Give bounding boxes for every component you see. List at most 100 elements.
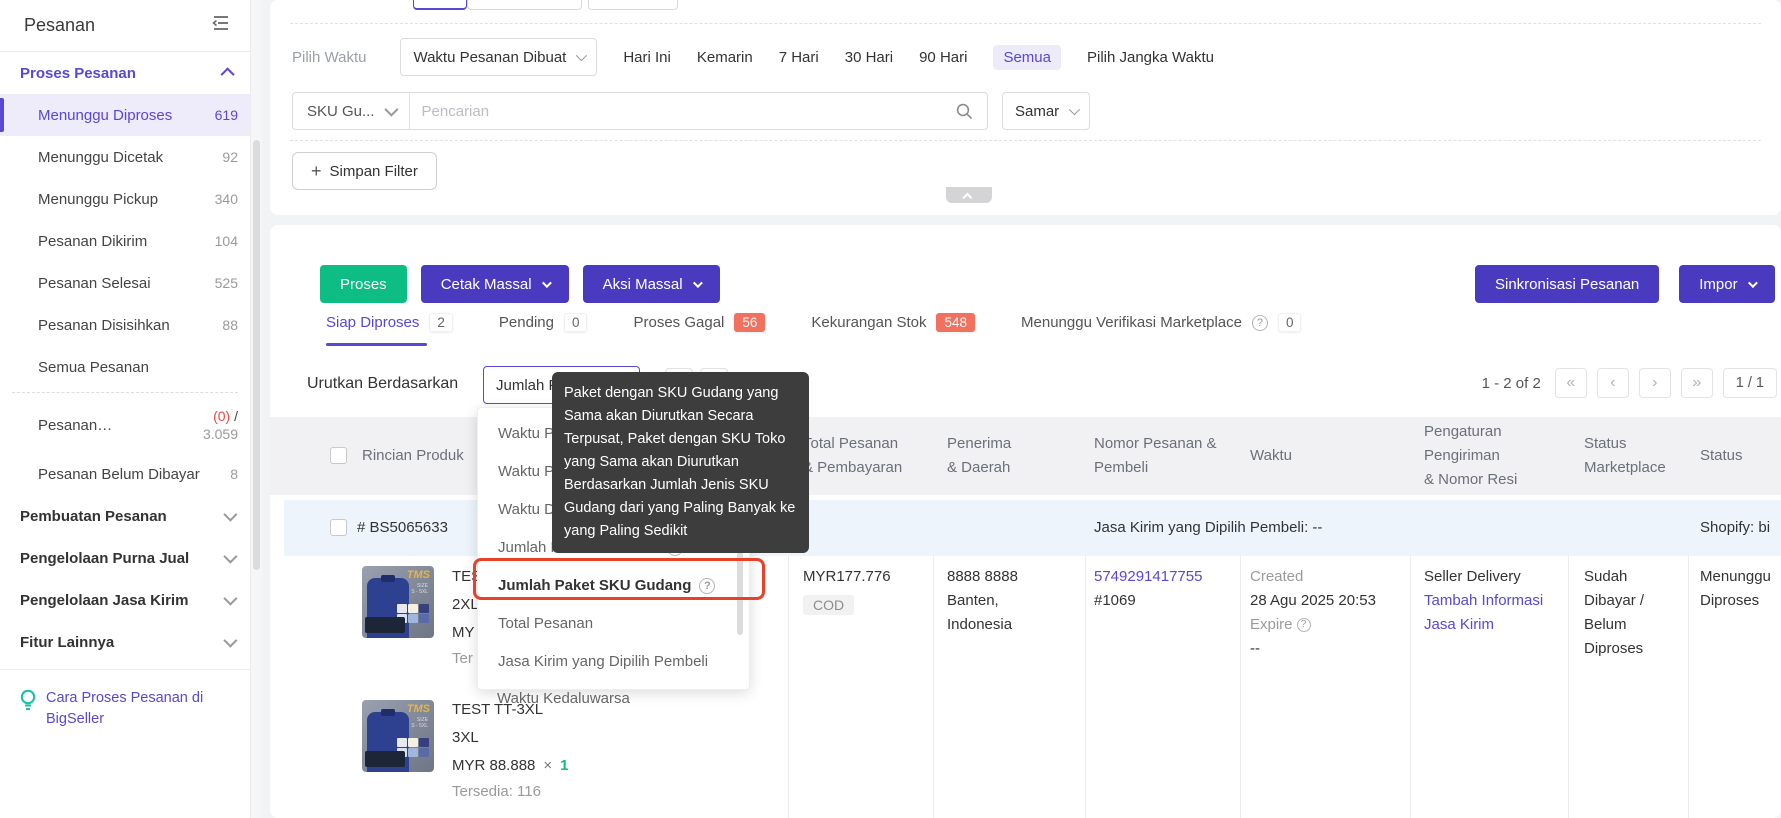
tab-count-badge: 0 — [563, 313, 588, 332]
menu-item-total-pesanan[interactable]: Total Pesanan — [498, 615, 593, 632]
col-status: Status — [1700, 447, 1743, 464]
collapse-filter-pill[interactable] — [946, 187, 992, 203]
sidebar-section-fitur-lainnya[interactable]: Fitur Lainnya — [0, 621, 250, 663]
column-divider — [1085, 556, 1086, 818]
scrollbar-thumb[interactable] — [253, 140, 260, 570]
time-filter-row: Pilih Waktu Waktu Pesanan Dibuat Hari In… — [292, 38, 1214, 76]
col-nomor-pesanan: Nomor Pesanan & Pembeli — [1094, 435, 1217, 476]
sidebar-item-menunggu-dicetak[interactable]: Menunggu Dicetak 92 — [0, 136, 250, 178]
order-number-link[interactable]: 5749291417755 — [1094, 565, 1202, 589]
save-filter-button[interactable]: + Simpan Filter — [292, 152, 437, 190]
bulk-print-button[interactable]: Cetak Massal — [420, 265, 569, 303]
process-button[interactable]: Proses — [320, 265, 407, 303]
item-count: 8 — [230, 466, 238, 482]
range-30-hari[interactable]: 30 Hari — [845, 49, 893, 66]
chevron-down-icon — [541, 277, 552, 288]
product-image[interactable]: TMS SIZE S - 5XL — [362, 700, 434, 772]
search-icon[interactable] — [942, 103, 987, 120]
item-count: 88 — [222, 317, 238, 333]
tab-pending[interactable]: Pending 0 — [499, 313, 588, 346]
sidebar-item-pesanan-disisihkan[interactable]: Pesanan Disisihkan 88 — [0, 304, 250, 346]
tab-menunggu-verifikasi[interactable]: Menunggu Verifikasi Marketplace ? 0 — [1021, 313, 1302, 346]
sidebar-section-pembuatan-pesanan[interactable]: Pembuatan Pesanan — [0, 495, 250, 537]
sort-help-tooltip: Paket dengan SKU Gudang yang Sama akan D… — [552, 372, 809, 553]
import-button[interactable]: Impor — [1679, 265, 1775, 303]
bulk-action-button[interactable]: Aksi Massal — [582, 265, 720, 303]
select-all-checkbox[interactable] — [330, 447, 347, 464]
divider — [290, 23, 1761, 24]
range-hari-ini[interactable]: Hari Ini — [623, 49, 671, 66]
order-status: Menunggu Diproses — [1700, 568, 1771, 609]
sidebar-section-proses-pesanan[interactable]: Proses Pesanan — [0, 52, 250, 94]
last-page-button[interactable]: » — [1680, 368, 1713, 398]
created-label: Created — [1250, 568, 1304, 585]
chevron-down-icon — [576, 49, 588, 62]
product-variant: 3XL — [452, 729, 479, 746]
expire-label: Expire? — [1250, 613, 1311, 637]
chevron-down-icon — [383, 102, 399, 117]
product-image[interactable]: TMS SIZE S - 5XL — [362, 566, 434, 638]
first-page-button[interactable]: « — [1554, 368, 1587, 398]
plus-icon: + — [311, 160, 322, 181]
sidebar-item-pesanan-selesai[interactable]: Pesanan Selesai 525 — [0, 262, 250, 304]
lightbulb-icon — [18, 688, 38, 717]
col-total-pesanan: Total Pesanan & Pembayaran — [803, 435, 903, 476]
chevron-up-icon — [220, 67, 235, 82]
menu-item-jasa-kirim-dipilih-pembeli[interactable]: Jasa Kirim yang Dipilih Pembeli — [498, 653, 708, 670]
top-tab-remnant[interactable] — [467, 0, 582, 10]
sidebar-item-pesanan-dikirim[interactable]: Pesanan Dikirim 104 — [0, 220, 250, 262]
created-time: 28 Agu 2025 20:53 — [1250, 592, 1376, 609]
sidebar-collapse-icon[interactable] — [212, 15, 230, 36]
sort-by-label: Urutkan Berdasarkan — [307, 375, 459, 392]
search-type-select[interactable]: SKU Gu... — [293, 93, 410, 129]
next-page-button[interactable]: › — [1638, 368, 1671, 398]
help-link-row[interactable]: Cara Proses Pesanan di BigSeller — [0, 676, 250, 730]
menu-item-waktu-kedaluwarsa[interactable]: Waktu Kedaluwarsa — [497, 690, 630, 707]
chevron-down-icon — [223, 549, 238, 564]
orders-card: Proses Cetak Massal Aksi Massal Sinkroni… — [270, 225, 1781, 818]
tab-proses-gagal[interactable]: Proses Gagal 56 — [633, 313, 766, 346]
sidebar-scrollbar[interactable] — [250, 0, 262, 818]
recipient-name: 8888 8888 — [947, 568, 1018, 585]
expire-value: -- — [1250, 640, 1260, 657]
recipient-country: Indonesia — [947, 616, 1013, 633]
search-box: SKU Gu... — [292, 92, 988, 130]
item-count: 104 — [214, 233, 238, 249]
sidebar-item-menunggu-pickup[interactable]: Menunggu Pickup 340 — [0, 178, 250, 220]
range-90-hari[interactable]: 90 Hari — [919, 49, 967, 66]
search-input[interactable] — [409, 102, 942, 120]
sidebar: Pesanan Proses Pesanan Menunggu Diproses… — [0, 0, 250, 818]
match-mode-select[interactable]: Samar — [1002, 92, 1091, 130]
column-divider — [1568, 556, 1569, 818]
sidebar-item-menunggu-diproses[interactable]: Menunggu Diproses 619 — [0, 94, 250, 136]
col-waktu: Waktu — [1250, 447, 1292, 464]
bulk-toolbar: Proses Cetak Massal Aksi Massal — [320, 265, 720, 303]
range-semua-selected[interactable]: Semua — [993, 44, 1061, 70]
sidebar-item-pesanan-truncated[interactable]: Pesanan… (0) / 3.059 — [0, 397, 250, 453]
chevron-down-icon — [223, 507, 238, 522]
order-checkbox[interactable] — [330, 519, 347, 536]
sidebar-section-pengelolaan-jasa-kirim[interactable]: Pengelolaan Jasa Kirim — [0, 579, 250, 621]
sync-orders-button[interactable]: Sinkronisasi Pesanan — [1475, 265, 1660, 303]
top-tab-remnant[interactable] — [588, 0, 678, 10]
range-custom[interactable]: Pilih Jangka Waktu — [1087, 49, 1214, 66]
divider — [12, 392, 238, 393]
tab-kekurangan-stok[interactable]: Kekurangan Stok 548 — [811, 313, 976, 346]
divider — [0, 669, 250, 670]
add-shipping-info-link[interactable]: Tambah Informasi — [1424, 589, 1543, 613]
prev-page-button[interactable]: ‹ — [1596, 368, 1629, 398]
order-id: # BS5065633 — [357, 519, 448, 536]
col-penerima: Penerima & Daerah — [947, 435, 1012, 476]
chevron-down-icon — [1747, 277, 1758, 288]
time-filter-label: Pilih Waktu — [292, 48, 367, 66]
sidebar-section-pengelolaan-purna-jual[interactable]: Pengelolaan Purna Jual — [0, 537, 250, 579]
sidebar-item-pesanan-belum-dibayar[interactable]: Pesanan Belum Dibayar 8 — [0, 453, 250, 495]
col-status-marketplace: Status Marketplace — [1584, 435, 1666, 476]
tab-siap-diproses[interactable]: Siap Diproses 2 — [326, 313, 453, 346]
add-shipping-info-link2[interactable]: Jasa Kirim — [1424, 613, 1494, 637]
time-type-select[interactable]: Waktu Pesanan Dibuat — [400, 38, 598, 76]
range-kemarin[interactable]: Kemarin — [697, 49, 753, 66]
sidebar-item-semua-pesanan[interactable]: Semua Pesanan — [0, 346, 250, 388]
top-tab-remnant-active[interactable] — [413, 0, 467, 10]
range-7-hari[interactable]: 7 Hari — [779, 49, 819, 66]
